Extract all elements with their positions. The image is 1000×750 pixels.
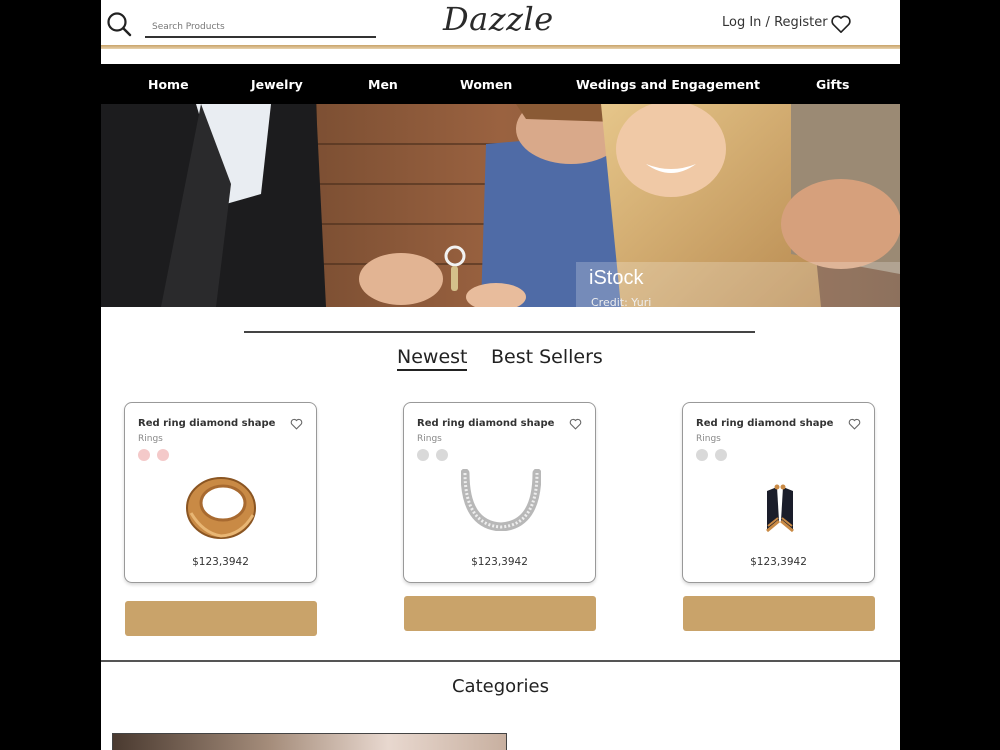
product-title: Red ring diamond shape: [696, 418, 834, 429]
product-title: Red ring diamond shape: [417, 418, 555, 429]
nav-item-men[interactable]: Men: [368, 77, 398, 92]
color-swatch[interactable]: [157, 449, 169, 461]
hero-credit-sub: Credit: Yuri: [591, 296, 652, 307]
nav-item-gifts[interactable]: Gifts: [816, 77, 849, 92]
product-card[interactable]: Red ring diamond shape Rings $123,3942: [124, 402, 317, 583]
favorite-heart-icon[interactable]: [848, 418, 861, 430]
logo[interactable]: Dazzle: [443, 0, 554, 38]
color-swatch[interactable]: [436, 449, 448, 461]
category-thumbnail[interactable]: [112, 733, 507, 750]
site-header: Dazzle Log In / Register: [101, 0, 900, 47]
header-accent-rule: [101, 45, 900, 49]
wishlist-heart-icon[interactable]: [830, 14, 852, 34]
favorite-heart-icon[interactable]: [569, 418, 582, 430]
add-to-cart-button[interactable]: [125, 601, 317, 636]
search-input[interactable]: [145, 14, 376, 38]
nav-item-weddings[interactable]: Wedings and Engagement: [576, 77, 760, 92]
nav-item-women[interactable]: Women: [460, 77, 512, 92]
color-swatch[interactable]: [138, 449, 150, 461]
color-swatch[interactable]: [715, 449, 727, 461]
main-nav: Home Jewelry Men Women Wedings and Engag…: [101, 64, 900, 105]
gold-earrings-image: [766, 484, 794, 533]
tab-best-sellers[interactable]: Best Sellers: [491, 346, 603, 368]
product-price: $123,3942: [750, 556, 807, 568]
page: Dazzle Log In / Register Home Jewelry Me…: [101, 0, 900, 750]
tabs-divider: [244, 331, 755, 333]
login-register-link[interactable]: Log In / Register: [722, 15, 828, 30]
product-category: Rings: [696, 434, 721, 444]
gold-ring-image: [186, 477, 256, 539]
product-price: $123,3942: [192, 556, 249, 568]
add-to-cart-button[interactable]: [683, 596, 875, 631]
search-icon[interactable]: [106, 11, 132, 37]
product-card[interactable]: Red ring diamond shape Rings $123,3942: [682, 402, 875, 583]
hero-banner[interactable]: iStock Credit: Yuri: [101, 104, 900, 307]
categories-heading: Categories: [451, 676, 550, 697]
favorite-heart-icon[interactable]: [290, 418, 303, 430]
product-price: $123,3942: [471, 556, 528, 568]
section-divider: [101, 660, 900, 662]
tab-newest[interactable]: Newest: [397, 346, 468, 371]
hero-credit: iStock: [589, 267, 644, 289]
hero-photo: [101, 104, 900, 307]
nav-item-home[interactable]: Home: [148, 77, 189, 92]
color-swatch[interactable]: [696, 449, 708, 461]
product-category: Rings: [417, 434, 442, 444]
product-category: Rings: [138, 434, 163, 444]
product-title: Red ring diamond shape: [138, 418, 276, 429]
nav-item-jewelry[interactable]: Jewelry: [251, 77, 303, 92]
product-card[interactable]: Red ring diamond shape Rings $123,3942: [403, 402, 596, 583]
color-swatch[interactable]: [417, 449, 429, 461]
diamond-necklace-image: [461, 469, 541, 531]
add-to-cart-button[interactable]: [404, 596, 596, 631]
